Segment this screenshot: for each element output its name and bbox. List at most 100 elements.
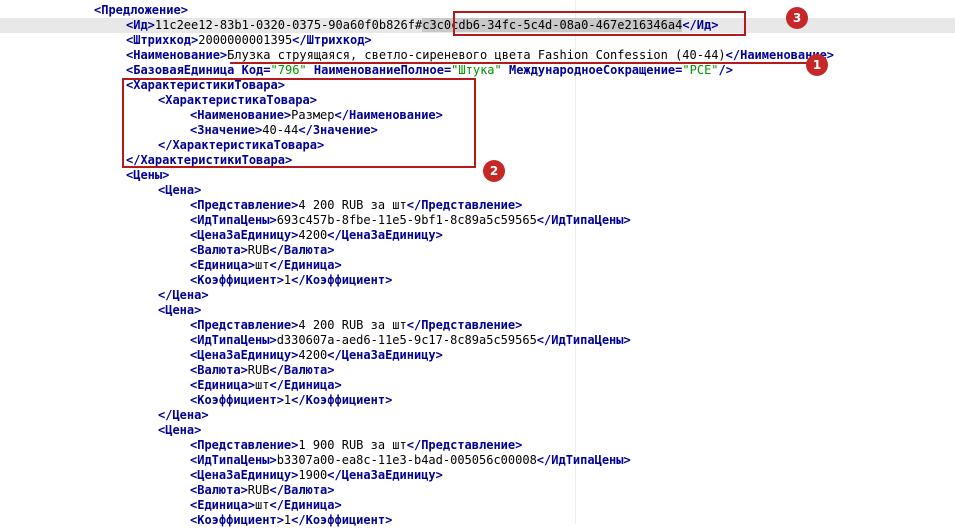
code-line[interactable]: <ЦенаЗаЕдиницу>4200</ЦенаЗаЕдиницу> [0,228,955,243]
xml-text: шт [255,258,270,272]
code-line[interactable]: <Цена> [0,303,955,318]
xml-tag: <ИдТипаЦены> [190,213,277,227]
xml-tag: </Представление> [406,198,523,212]
xml-text: RUB [247,483,270,497]
xml-tag: <Валюта> [190,483,248,497]
code-line[interactable]: </Цена> [0,408,955,423]
code-line[interactable]: <Цены> [0,168,955,183]
xml-tag: <Коэффициент> [190,393,284,407]
code-line[interactable]: <ЦенаЗаЕдиницу>1900</ЦенаЗаЕдиницу> [0,468,955,483]
xml-tag: </Представление> [406,438,523,452]
code-line[interactable]: <Единица>шт</Единица> [0,258,955,273]
code-line[interactable]: <Валюта>RUB</Валюта> [0,243,955,258]
xml-attribute-value: "796" [270,63,307,77]
xml-tag: <ЦенаЗаЕдиницу> [190,348,299,362]
code-line[interactable]: <ИдТипаЦены>d330607a-aed6-11e5-9c17-8c89… [0,333,955,348]
xml-tag: </ИдТипаЦены> [536,453,631,467]
code-line[interactable]: <Представление>1 900 RUB за шт</Представ… [0,438,955,453]
xml-text: 4200 [298,228,328,242]
xml-tag: <Единица> [190,498,256,512]
xml-tag: </ЦенаЗаЕдиницу> [327,228,443,242]
xml-tag: <ЦенаЗаЕдиницу> [190,468,299,482]
xml-tag: <Единица> [190,378,256,392]
code-line[interactable]: <Валюта>RUB</Валюта> [0,483,955,498]
xml-tag: <Коэффициент> [190,513,284,527]
xml-attribute-value: "PCE" [682,63,719,77]
xml-tag: <Предложение> [94,3,188,17]
code-line[interactable]: <Цена> [0,423,955,438]
xml-tag: <Цена> [158,183,202,197]
xml-tag: /> [718,63,733,77]
xml-text: 4 200 RUB за шт [298,198,407,212]
xml-tag: </Представление> [406,318,523,332]
xml-text: шт [255,378,270,392]
xml-text: RUB [247,243,270,257]
xml-tag: <Цена> [158,303,202,317]
xml-tag: <Ид> [126,18,155,32]
xml-attribute-value: "Штука" [451,63,502,77]
annotation-box-3 [453,11,746,36]
code-line[interactable]: <Валюта>RUB</Валюта> [0,363,955,378]
xml-tag: <ИдТипаЦены> [190,333,277,347]
code-line[interactable]: <Коэффициент>1</Коэффициент> [0,393,955,408]
code-line[interactable]: <Коэффициент>1</Коэффициент> [0,513,955,528]
xml-tag: <БазоваяЕдиница [126,63,235,77]
xml-text: RUB [247,363,270,377]
xml-tag: <Валюта> [190,243,248,257]
xml-tag: <Наименование> [126,48,228,62]
xml-tag: </ЦенаЗаЕдиницу> [327,468,443,482]
xml-text: Блузка струящаяся, светло-сиреневого цве… [227,48,726,62]
xml-text: d330607a-aed6-11e5-9c17-8c89a5c59565 [276,333,537,347]
xml-tag: <Валюта> [190,363,248,377]
code-line[interactable]: <Единица>шт</Единица> [0,498,955,513]
xml-tag: </Коэффициент> [291,273,393,287]
code-line[interactable]: <Представление>4 200 RUB за шт</Представ… [0,198,955,213]
xml-tag: <ИдТипаЦены> [190,453,277,467]
code-line[interactable]: <ИдТипаЦены>b3307a00-ea8c-11e3-b4ad-0050… [0,453,955,468]
code-line[interactable]: <Представление>4 200 RUB за шт</Представ… [0,318,955,333]
annotation-marker-1: 1 [806,54,828,76]
xml-tag: <Цены> [126,168,170,182]
xml-tag: </Единица> [269,498,342,512]
xml-tag: </Единица> [269,258,342,272]
xml-tag: </Единица> [269,378,342,392]
xml-attribute: НаименованиеПолное [313,63,444,77]
xml-tag: <Штрихкод> [126,33,199,47]
xml-tag: </Валюта> [269,363,335,377]
xml-tag: </Цена> [158,288,209,302]
xml-text: 4200 [298,348,328,362]
xml-tag: <Представление> [190,318,299,332]
xml-tag: </ИдТипаЦены> [536,333,631,347]
xml-text: 693c457b-8fbe-11e5-9bf1-8c89a5c59565 [276,213,537,227]
xml-text: 1 900 RUB за шт [298,438,407,452]
code-line[interactable]: <ИдТипаЦены>693c457b-8fbe-11e5-9bf1-8c89… [0,213,955,228]
annotation-underline-1 [230,62,810,64]
xml-tag: <Цена> [158,423,202,437]
xml-text: 2000000001395 [198,33,293,47]
code-line[interactable]: <ЦенаЗаЕдиницу>4200</ЦенаЗаЕдиницу> [0,348,955,363]
code-line[interactable]: <Цена> [0,183,955,198]
xml-tag: </Коэффициент> [291,393,393,407]
xml-tag: </Коэффициент> [291,513,393,527]
xml-text [502,63,509,77]
xml-tag: <Единица> [190,258,256,272]
xml-tag: </Валюта> [269,243,335,257]
xml-text: 11c2ee12-83b1-0320-0375-90a60f0b826f# [154,18,423,32]
xml-tag: </Цена> [158,408,209,422]
annotation-marker-2: 2 [483,160,505,182]
xml-tag: = [263,63,271,77]
code-line[interactable]: </Цена> [0,288,955,303]
xml-tag: <Коэффициент> [190,273,284,287]
xml-attribute: Код [241,63,264,77]
xml-tag: </ИдТипаЦены> [536,213,631,227]
xml-text: 1900 [298,468,328,482]
xml-text [307,63,314,77]
xml-text: шт [255,498,270,512]
xml-tag: <Представление> [190,438,299,452]
xml-text: b3307a00-ea8c-11e3-b4ad-005056c00008 [276,453,537,467]
code-line[interactable]: <Единица>шт</Единица> [0,378,955,393]
xml-tag: </Штрихкод> [292,33,372,47]
code-line[interactable]: <Коэффициент>1</Коэффициент> [0,273,955,288]
xml-tag: <ЦенаЗаЕдиницу> [190,228,299,242]
xml-tag: <Представление> [190,198,299,212]
